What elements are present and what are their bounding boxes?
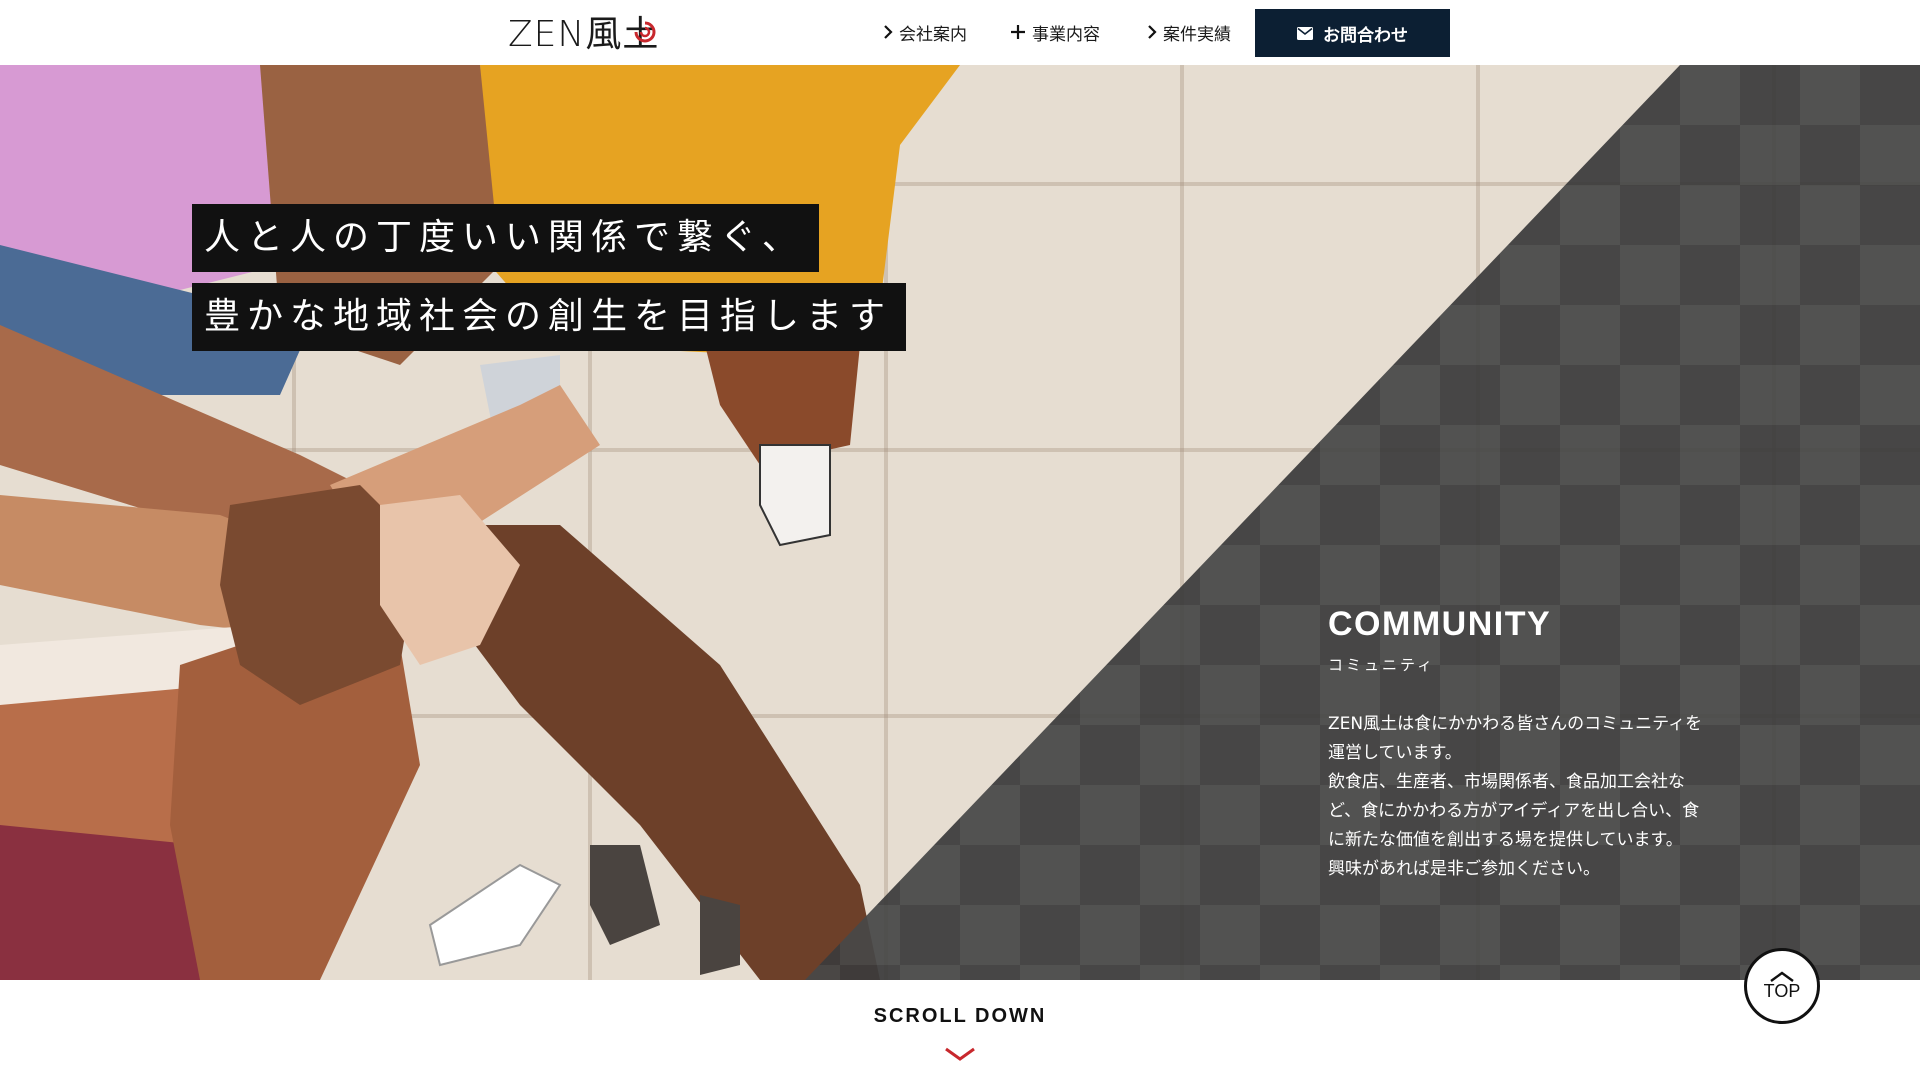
- plus-icon: [1011, 25, 1025, 39]
- site-logo[interactable]: ZEN風土: [508, 11, 671, 55]
- community-line: ZEN風土は食にかかわる皆さんのコミュニティを: [1328, 714, 1703, 734]
- site-header: ZEN風土 会社案内 事業内容 案件実績 お問合わせ: [0, 0, 1920, 65]
- community-line: に新たな価値を創出する場を提供しています。: [1328, 830, 1683, 850]
- chevron-right-icon: [1148, 25, 1157, 39]
- nav-works[interactable]: 案件実績: [1147, 18, 1231, 46]
- scroll-down-label[interactable]: SCROLL DOWN: [0, 1005, 1920, 1028]
- nav-company-label: 会社案内: [899, 24, 967, 45]
- contact-button-label: お問合わせ: [1323, 25, 1408, 46]
- community-title: COMMUNITY: [1328, 605, 1552, 643]
- hero-section: 人と人の丁度いい関係で繋ぐ、 豊かな地域社会の創生を目指します COMMUNIT…: [0, 65, 1920, 980]
- community-line: 興味があれば是非ご参加ください。: [1328, 859, 1600, 879]
- back-to-top-label: TOP: [1763, 980, 1801, 1001]
- mail-icon: [1297, 26, 1313, 40]
- nav-works-label: 案件実績: [1163, 24, 1231, 45]
- community-description: ZEN風土は食にかかわる皆さんのコミュニティを 運営しています。 飲食店、生産者…: [1328, 710, 1738, 884]
- chevron-right-icon: [884, 25, 893, 39]
- contact-button[interactable]: お問合わせ: [1255, 9, 1450, 57]
- nav-business[interactable]: 事業内容: [1010, 18, 1100, 46]
- community-line: 飲食店、生産者、市場関係者、食品加工会社な: [1328, 772, 1685, 792]
- nav-business-label: 事業内容: [1032, 24, 1100, 45]
- logo-swirl-icon: [634, 13, 671, 49]
- nav-company[interactable]: 会社案内: [883, 18, 967, 46]
- community-line: 運営しています。: [1328, 743, 1462, 763]
- hero-tagline-line2: 豊かな地域社会の創生を目指します: [192, 283, 907, 351]
- back-to-top-button[interactable]: TOP: [1744, 948, 1820, 1024]
- community-line: ど、食にかかわる方がアイディアを出し合い、食: [1328, 801, 1700, 821]
- chevron-down-icon[interactable]: [944, 1046, 976, 1062]
- community-subtitle: コミュニティ: [1328, 656, 1436, 674]
- hero-tagline-line1: 人と人の丁度いい関係で繋ぐ、: [192, 204, 819, 272]
